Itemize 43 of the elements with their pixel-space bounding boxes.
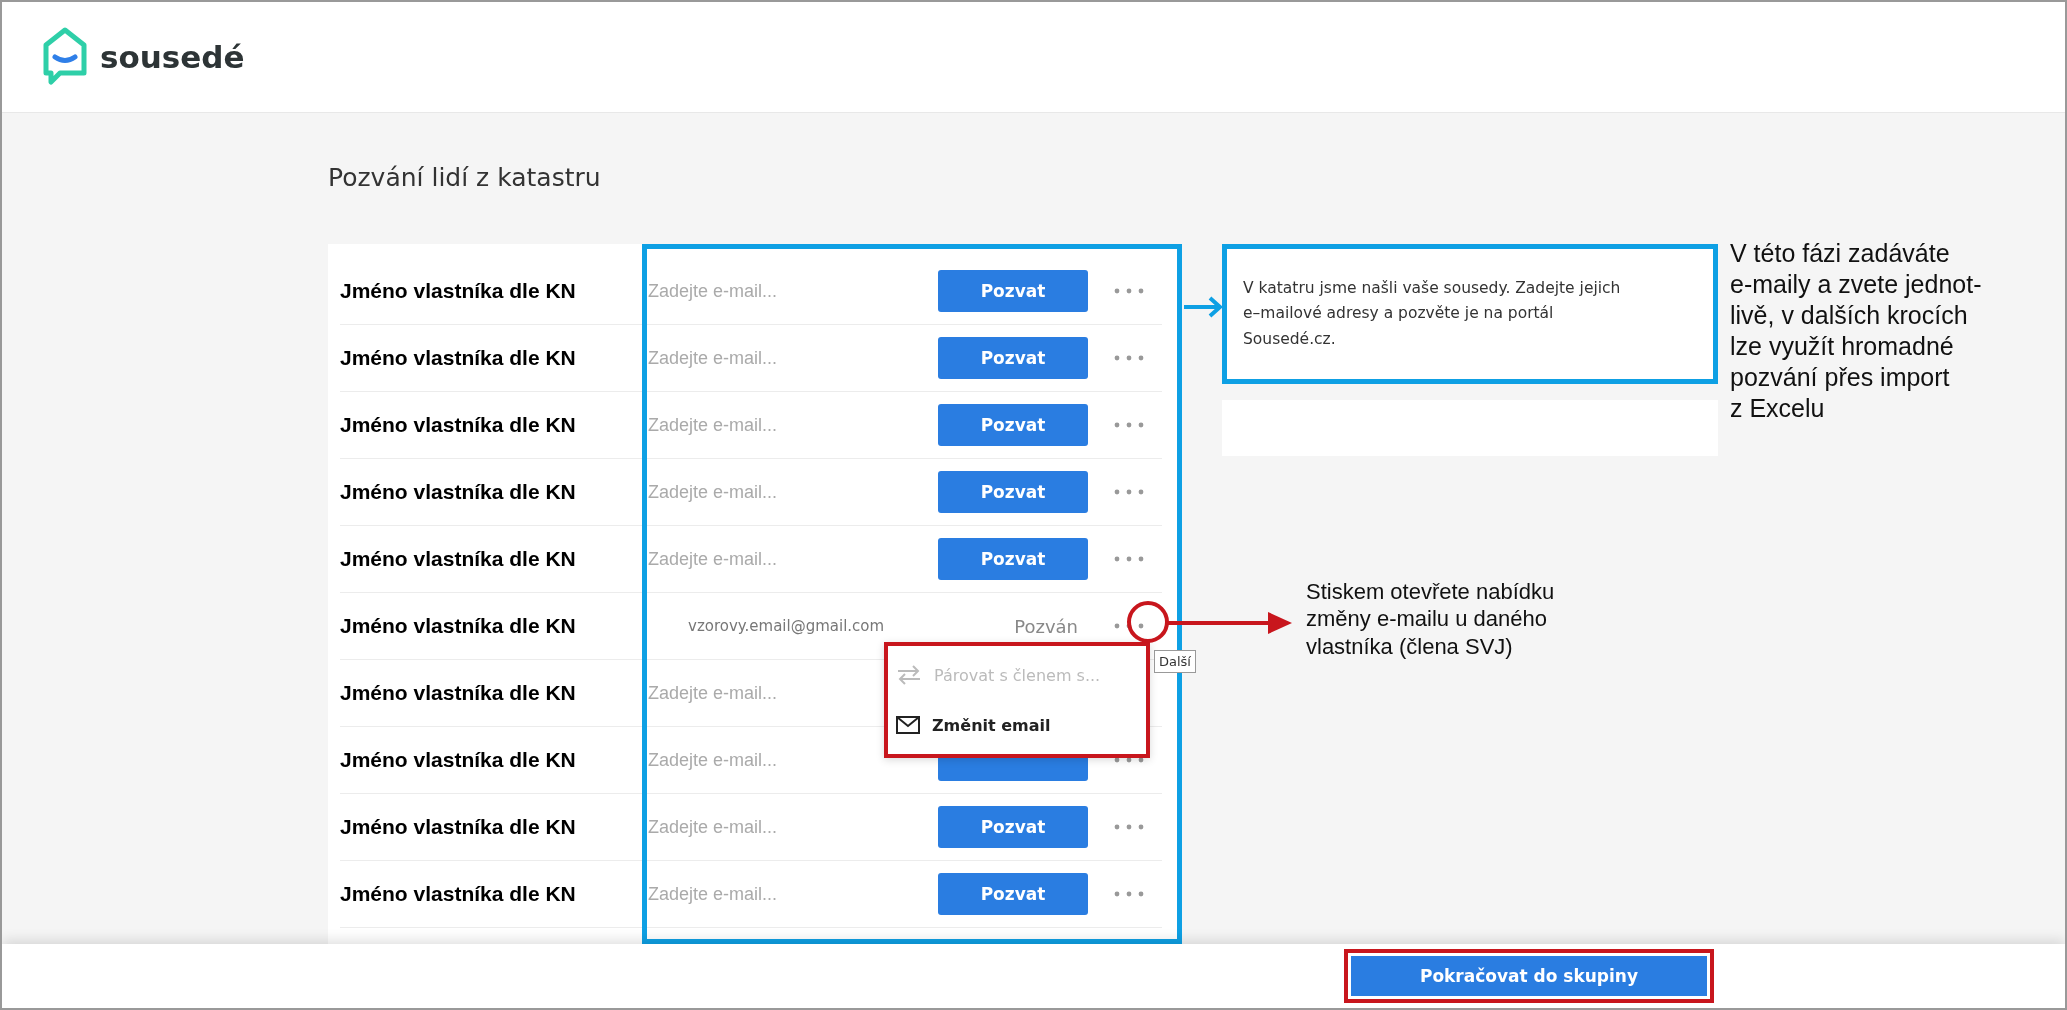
owner-name: Jméno vlastníka dle KN <box>340 681 577 705</box>
invite-button[interactable]: Pozvat <box>938 270 1088 312</box>
more-icon <box>1114 355 1144 361</box>
invite-button[interactable]: Pozvat <box>938 538 1088 580</box>
envelope-icon <box>896 716 920 734</box>
invite-button[interactable]: Pozvat <box>938 873 1088 915</box>
owner-name: Jméno vlastníka dle KN <box>340 346 577 370</box>
owner-name: Jméno vlastníka dle KN <box>340 748 577 772</box>
more-icon <box>1114 623 1144 629</box>
email-address: vzorovy.email@gmail.com <box>687 617 886 635</box>
annotation-text: Stiskem otevřete nabídku změny e-mailu u daného vlastníka (člena SVJ) <box>1306 578 1555 660</box>
owner-name: Jméno vlastníka dle KN <box>340 882 577 906</box>
email-input[interactable]: Zadejte e-mail... <box>648 475 938 509</box>
email-input[interactable]: Zadejte e-mail... <box>648 341 938 375</box>
email-input[interactable]: Zadejte e-mail... <box>648 877 938 911</box>
email-input[interactable]: Zadejte e-mail... <box>648 810 938 844</box>
more-icon <box>1114 288 1144 294</box>
email-input[interactable]: Zadejte e-mail... <box>648 542 938 576</box>
email-input[interactable]: Zadejte e-mail... <box>648 274 938 308</box>
owner-name: Jméno vlastníka dle KN <box>340 614 577 638</box>
tooltip: Další <box>1154 650 1196 673</box>
owner-name: Jméno vlastníka dle KN <box>340 815 577 839</box>
invite-button[interactable]: Pozvat <box>938 337 1088 379</box>
page-title: Pozvání lidí z katastru <box>328 163 602 192</box>
more-icon <box>1114 556 1144 562</box>
email-input[interactable]: Zadejte e-mail... <box>648 408 938 442</box>
more-icon <box>1114 824 1144 830</box>
logo-text: sousedé <box>100 39 245 75</box>
owner-name: Jméno vlastníka dle KN <box>340 547 577 571</box>
more-icon <box>1114 489 1144 495</box>
info-text: V katatru jsme našli vaše sousedy. Zadejte jejich e–mailové adresy a pozvěte je na portál Sousedé.cz. <box>1243 277 1621 350</box>
owner-name: Jméno vlastníka dle KN <box>340 279 577 303</box>
more-icon <box>1114 891 1144 897</box>
annotation-text: V této fázi zadáváte e-maily a zvete jednot- livě, v dalších krocích lze využít hromadné pozvání přes import z Excelu <box>1730 238 1982 424</box>
status-label: Pozván <box>1013 615 1079 637</box>
owner-name: Jméno vlastníka dle KN <box>340 480 577 504</box>
invite-button[interactable]: Pozvat <box>938 404 1088 446</box>
house-logo-icon <box>42 27 88 87</box>
more-icon <box>1114 422 1144 428</box>
invite-button[interactable]: Pozvat <box>938 806 1088 848</box>
owner-name: Jméno vlastníka dle KN <box>340 413 577 437</box>
invite-button[interactable]: Pozvat <box>938 471 1088 513</box>
swap-arrows-icon <box>896 664 922 686</box>
